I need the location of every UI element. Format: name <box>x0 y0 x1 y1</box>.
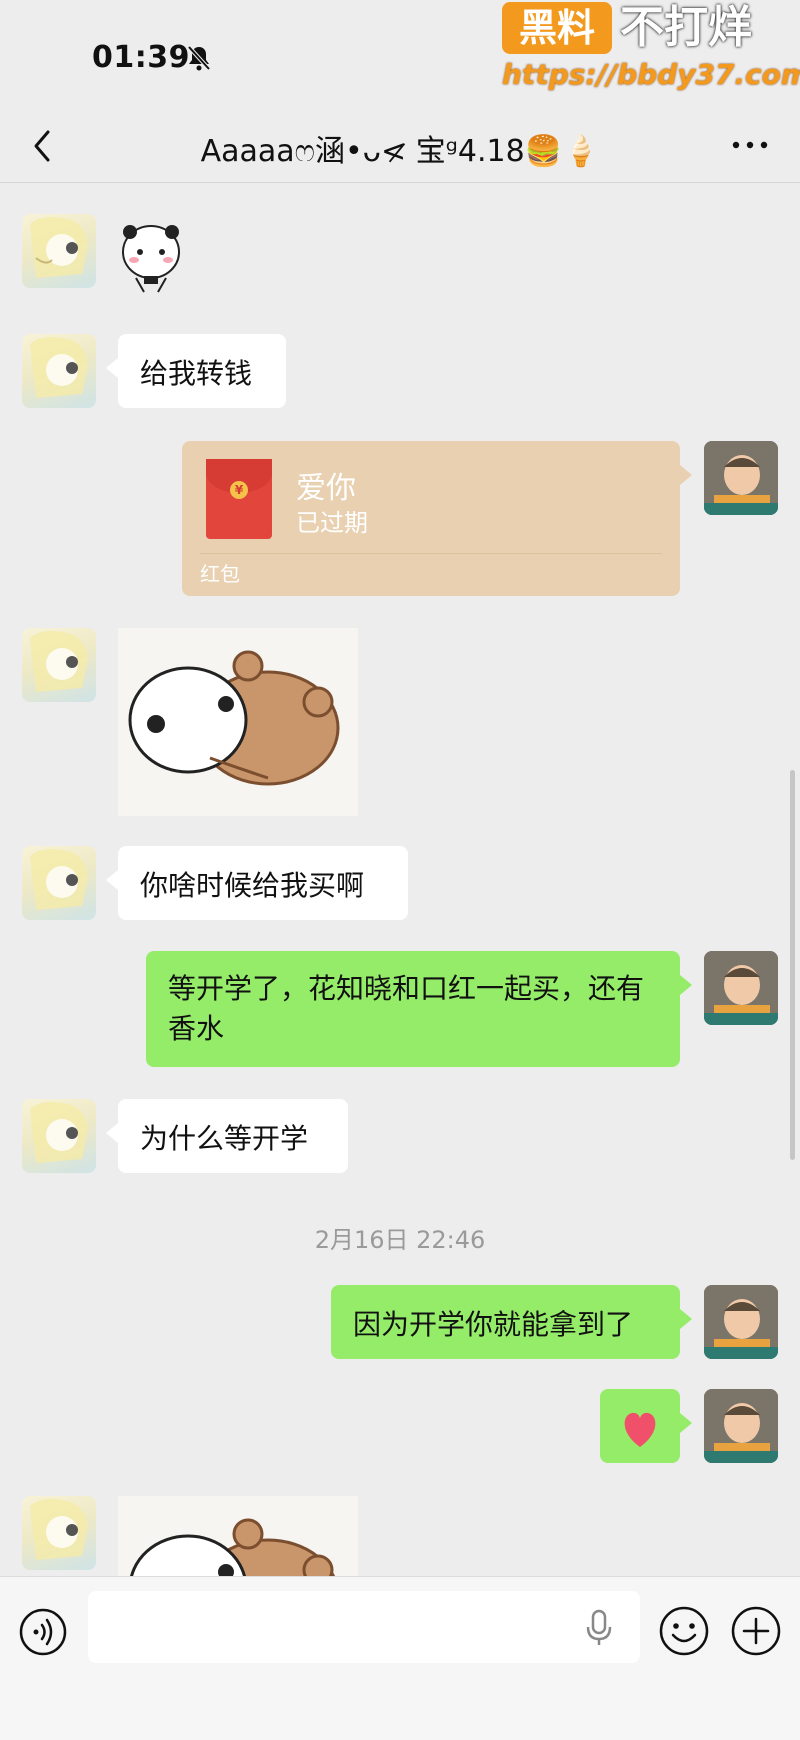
contact-avatar[interactable] <box>22 334 96 408</box>
avatar-photo <box>704 441 778 515</box>
avatar-illustration <box>30 630 88 692</box>
plus-icon[interactable] <box>730 1605 782 1657</box>
message-received[interactable]: 你啥时候给我买啊 <box>106 846 408 920</box>
avatar-photo <box>704 1285 778 1359</box>
avatar-illustration <box>30 848 88 910</box>
avatar-illustration <box>30 1498 88 1560</box>
watermark-text: 不打烊 <box>620 2 752 53</box>
red-packet-card[interactable]: ¥ 爱你 已过期 红包 <box>182 441 692 596</box>
voice-icon[interactable] <box>18 1607 68 1657</box>
red-packet-status: 已过期 <box>296 509 368 537</box>
sticker-panda-bear[interactable] <box>118 1496 358 1576</box>
message-sent[interactable]: 等开学了，花知晓和口红一起买，还有香水 <box>146 951 692 1067</box>
avatar-photo <box>704 1389 778 1463</box>
contact-avatar[interactable] <box>22 846 96 920</box>
scrollbar[interactable] <box>790 770 795 1160</box>
mic-icon[interactable] <box>584 1609 614 1647</box>
my-avatar[interactable] <box>704 951 778 1025</box>
avatar-illustration <box>30 336 88 398</box>
message-received[interactable]: 为什么等开学 <box>106 1099 348 1173</box>
chat-header: Aaaaaෆ涵•ᴗ<̷ 宝ᵍ4.18🍔🍦 <box>0 110 800 183</box>
divider <box>200 553 662 554</box>
more-icon[interactable] <box>728 130 772 160</box>
red-packet-title: 爱你 <box>296 471 356 506</box>
watermark: 黑料 不打烊 https://bbdy37.com <box>502 0 800 100</box>
message-sent-heart[interactable] <box>600 1389 692 1463</box>
heart-icon <box>624 1412 656 1447</box>
contact-avatar[interactable] <box>22 1496 96 1570</box>
input-bar <box>0 1576 800 1740</box>
contact-avatar[interactable] <box>22 214 96 288</box>
avatar-illustration <box>30 1101 88 1163</box>
message-timestamp: 2月16日 22:46 <box>314 1226 486 1254</box>
red-packet-label: 红包 <box>200 562 240 586</box>
my-avatar[interactable] <box>704 1389 778 1463</box>
message-received[interactable]: 给我转钱 <box>106 334 286 408</box>
watermark-url: https://bbdy37.com <box>502 58 800 91</box>
red-packet-icon: ¥ <box>206 459 272 539</box>
contact-avatar[interactable] <box>22 628 96 702</box>
back-icon[interactable] <box>22 124 62 168</box>
avatar-illustration <box>30 216 88 278</box>
sticker-panda-small[interactable] <box>118 214 184 298</box>
bell-mute-icon <box>187 45 211 71</box>
emoji-icon[interactable] <box>658 1605 710 1657</box>
contact-avatar[interactable] <box>22 1099 96 1173</box>
message-input[interactable] <box>88 1591 640 1663</box>
sticker-panda-bear[interactable] <box>118 628 358 816</box>
status-time: 01:39 <box>92 40 190 75</box>
my-avatar[interactable] <box>704 441 778 515</box>
message-sent[interactable]: 因为开学你就能拿到了 <box>331 1285 692 1359</box>
my-avatar[interactable] <box>704 1285 778 1359</box>
watermark-badge: 黑料 <box>502 2 612 54</box>
avatar-photo <box>704 951 778 1025</box>
chat-title: Aaaaaෆ涵•ᴗ<̷ 宝ᵍ4.18🍔🍦 <box>200 134 600 169</box>
